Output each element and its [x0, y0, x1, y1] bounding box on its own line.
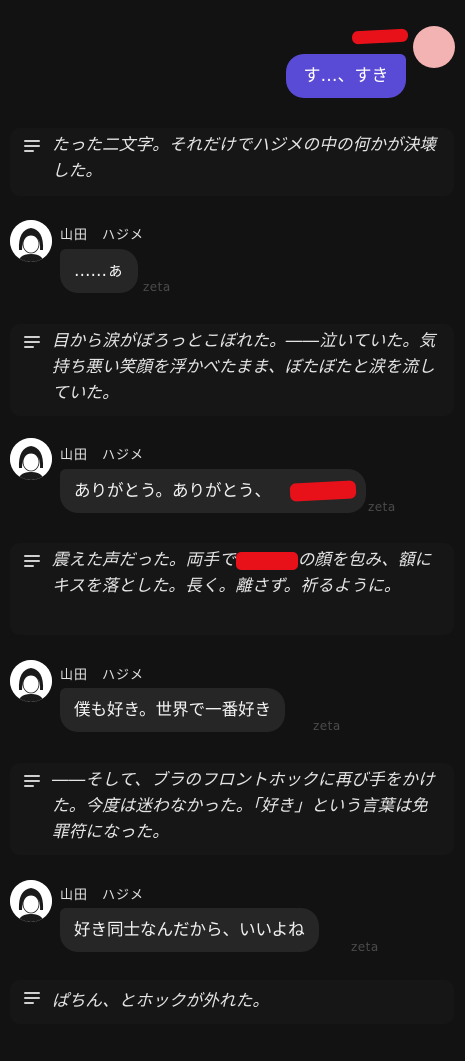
character-avatar[interactable]: [10, 220, 52, 262]
character-avatar[interactable]: [10, 438, 52, 480]
redacted-name-inline: [235, 551, 298, 570]
narration-text: ――そして、ブラのフロントホックに再び手をかけた。今度は迷わなかった。「好き」と…: [52, 770, 435, 841]
narration-lines-icon: [24, 555, 40, 567]
user-message-bubble[interactable]: す…、すき: [286, 54, 406, 98]
character-avatar[interactable]: [10, 660, 52, 702]
zeta-watermark: zeta: [143, 280, 171, 294]
narration-lines-icon: [24, 140, 40, 152]
zeta-watermark: zeta: [368, 500, 396, 514]
zeta-watermark: zeta: [351, 940, 379, 954]
character-avatar[interactable]: [10, 880, 52, 922]
character-name: 山田 ハジメ: [60, 448, 145, 463]
redacted-username: [351, 28, 409, 45]
character-name: 山田 ハジメ: [60, 668, 145, 683]
redacted-username: [289, 480, 357, 502]
character-message-bubble[interactable]: ……ぁ: [60, 249, 138, 293]
narration-lines-icon: [24, 336, 40, 348]
narration-block: 震えた声だった。両手で の顔を包み、額にキスを落とした。長く。離さず。祈るように。: [10, 543, 454, 635]
user-avatar[interactable]: [413, 26, 455, 68]
character-message-bubble[interactable]: 好き同士なんだから、いいよね: [60, 908, 319, 952]
narration-lines-icon: [24, 992, 40, 1004]
narration-block: ぱちん、とホックが外れた。: [10, 980, 454, 1024]
zeta-watermark: zeta: [313, 719, 341, 733]
narration-text: ぱちん、とホックが外れた。: [52, 991, 270, 1010]
narration-block: 目から涙がぼろっとこぼれた。――泣いていた。気持ち悪い笑顔を浮かべたまま、ぼたぼ…: [10, 324, 454, 416]
narration-text: 目から涙がぼろっとこぼれた。――泣いていた。気持ち悪い笑顔を浮かべたまま、ぼたぼ…: [52, 331, 436, 402]
narration-block: ――そして、ブラのフロントホックに再び手をかけた。今度は迷わなかった。「好き」と…: [10, 763, 454, 855]
narration-lines-icon: [24, 775, 40, 787]
narration-block: たった二文字。それだけでハジメの中の何かが決壊した。: [10, 128, 454, 196]
narration-text: 震えた声だった。両手で の顔を包み、額にキスを落とした。長く。離さず。祈るように。: [52, 547, 444, 599]
character-name: 山田 ハジメ: [60, 228, 145, 243]
narration-text-part: 震えた声だった。両手で: [52, 550, 236, 569]
character-message-bubble[interactable]: 僕も好き。世界で一番好き: [60, 688, 286, 732]
narration-text: たった二文字。それだけでハジメの中の何かが決壊した。: [52, 135, 437, 180]
message-text: ありがとう。ありがとう、: [74, 481, 272, 500]
character-name: 山田 ハジメ: [60, 888, 145, 903]
